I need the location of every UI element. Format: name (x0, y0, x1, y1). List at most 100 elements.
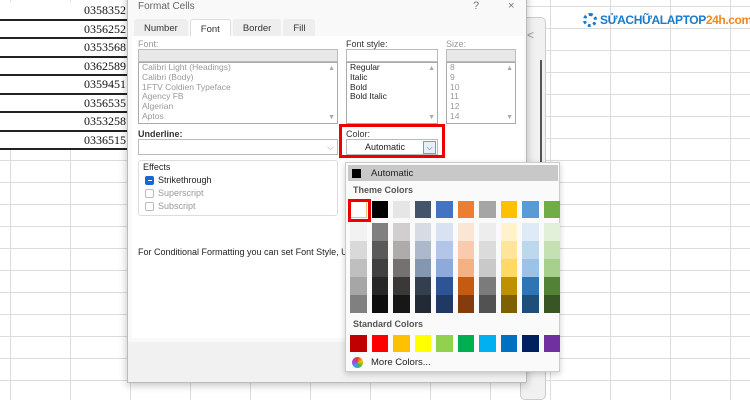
shade-swatch[interactable] (457, 241, 474, 259)
shade-swatch[interactable] (543, 295, 560, 313)
shade-swatch[interactable] (543, 277, 560, 295)
shade-swatch[interactable] (500, 241, 517, 259)
standard-color-swatch[interactable] (414, 335, 431, 352)
font-list[interactable]: Calibri Light (Headings) Calibri (Body) 1F… (138, 62, 338, 124)
shade-swatch[interactable] (500, 259, 517, 277)
shade-swatch[interactable] (436, 223, 453, 241)
shade-swatch[interactable] (393, 241, 410, 259)
scroll-up-icon[interactable]: ▲ (506, 65, 513, 72)
scroll-down-icon[interactable]: ▼ (428, 114, 435, 121)
cell-value[interactable]: 0356535 (0, 94, 128, 113)
theme-color-swatch[interactable] (457, 201, 474, 218)
shade-swatch[interactable] (479, 241, 496, 259)
shade-swatch[interactable] (393, 295, 410, 313)
shade-swatch[interactable] (543, 223, 560, 241)
size-input[interactable] (446, 49, 516, 62)
shade-swatch[interactable] (350, 241, 367, 259)
font-style-list[interactable]: Regular Italic Bold Bold Italic ▲ ▼ (346, 62, 438, 124)
checkbox-icon[interactable] (145, 201, 154, 211)
shade-swatch[interactable] (500, 277, 517, 295)
shade-swatch[interactable] (479, 295, 496, 313)
scroll-up-icon[interactable]: ▲ (428, 65, 435, 72)
shade-swatch[interactable] (371, 259, 388, 277)
shade-swatch[interactable] (543, 241, 560, 259)
cell-value[interactable]: 0356252 (0, 20, 128, 39)
cell-value[interactable]: 0362589 (0, 57, 128, 76)
shade-swatch[interactable] (436, 241, 453, 259)
close-button[interactable]: × (508, 0, 514, 12)
size-item[interactable]: 8 (447, 62, 515, 73)
shade-swatch[interactable] (479, 277, 496, 295)
cell-value[interactable]: 0358352 (0, 2, 128, 21)
shade-swatch[interactable] (414, 277, 431, 295)
shade-swatch[interactable] (436, 295, 453, 313)
more-colors-button[interactable]: More Colors... (352, 357, 431, 368)
theme-color-swatch[interactable] (479, 201, 496, 218)
shade-swatch[interactable] (393, 259, 410, 277)
shade-swatch[interactable] (500, 295, 517, 313)
shade-swatch[interactable] (350, 223, 367, 241)
theme-color-swatch[interactable] (500, 201, 517, 218)
scroll-down-icon[interactable]: ▼ (328, 114, 335, 121)
shade-swatch[interactable] (350, 259, 367, 277)
checkbox-icon[interactable] (145, 175, 154, 185)
shade-swatch[interactable] (371, 295, 388, 313)
shade-swatch[interactable] (522, 295, 539, 313)
color-select[interactable]: Automatic ⌵ (346, 139, 438, 155)
effect-strikethrough-checkbox[interactable]: Strikethrough (145, 175, 337, 185)
scroll-up-icon[interactable]: ▲ (328, 65, 335, 72)
cell-value[interactable]: 0336515 (0, 131, 128, 150)
shade-swatch[interactable] (457, 277, 474, 295)
shade-swatch[interactable] (522, 241, 539, 259)
shade-swatch[interactable] (522, 223, 539, 241)
shade-swatch[interactable] (479, 259, 496, 277)
standard-color-swatch[interactable] (350, 335, 367, 352)
shade-swatch[interactable] (371, 241, 388, 259)
theme-color-swatch[interactable] (522, 201, 539, 218)
shade-swatch[interactable] (393, 277, 410, 295)
shade-swatch[interactable] (414, 223, 431, 241)
shade-swatch[interactable] (414, 241, 431, 259)
standard-color-swatch[interactable] (457, 335, 474, 352)
theme-color-swatch[interactable] (543, 201, 560, 218)
theme-color-swatch[interactable] (414, 201, 431, 218)
chevron-down-icon[interactable]: ⌵ (423, 141, 436, 154)
font-list-item[interactable]: Aptos (139, 111, 337, 122)
shade-swatch[interactable] (522, 259, 539, 277)
theme-color-swatch[interactable] (436, 201, 453, 218)
theme-color-swatch[interactable] (348, 199, 371, 222)
scroll-down-icon[interactable]: ▼ (506, 114, 513, 121)
shade-swatch[interactable] (457, 223, 474, 241)
checkbox-icon[interactable] (145, 188, 154, 198)
shade-swatch[interactable] (393, 223, 410, 241)
effect-superscript-checkbox[interactable]: Superscript (145, 188, 337, 198)
shade-swatch[interactable] (371, 223, 388, 241)
shade-swatch[interactable] (457, 295, 474, 313)
shade-swatch[interactable] (543, 259, 560, 277)
shade-swatch[interactable] (436, 277, 453, 295)
size-list[interactable]: 8 9 10 11 12 14 ▲ ▼ (446, 62, 516, 124)
font-list-item[interactable]: Algerian (139, 101, 337, 112)
standard-color-swatch[interactable] (393, 335, 410, 352)
shade-swatch[interactable] (479, 223, 496, 241)
font-input[interactable] (138, 49, 338, 62)
shade-swatch[interactable] (522, 277, 539, 295)
standard-color-swatch[interactable] (479, 335, 496, 352)
font-style-input[interactable] (346, 49, 438, 62)
cell-value[interactable]: 0359451 (0, 76, 128, 95)
standard-color-swatch[interactable] (436, 335, 453, 352)
standard-color-swatch[interactable] (522, 335, 539, 352)
font-style-item[interactable]: Bold Italic (347, 92, 437, 102)
underline-select[interactable]: ⌵ (138, 139, 338, 155)
shade-swatch[interactable] (436, 259, 453, 277)
standard-color-swatch[interactable] (371, 335, 388, 352)
shade-swatch[interactable] (414, 295, 431, 313)
collapse-chevron-icon[interactable]: < (527, 28, 534, 42)
effect-subscript-checkbox[interactable]: Subscript (145, 201, 337, 211)
standard-color-swatch[interactable] (500, 335, 517, 352)
cell-value[interactable]: 0353568 (0, 39, 128, 58)
theme-color-swatch[interactable] (393, 201, 410, 218)
cell-value[interactable]: 0353258 (0, 113, 128, 132)
theme-color-swatch[interactable] (371, 201, 388, 218)
shade-swatch[interactable] (500, 223, 517, 241)
